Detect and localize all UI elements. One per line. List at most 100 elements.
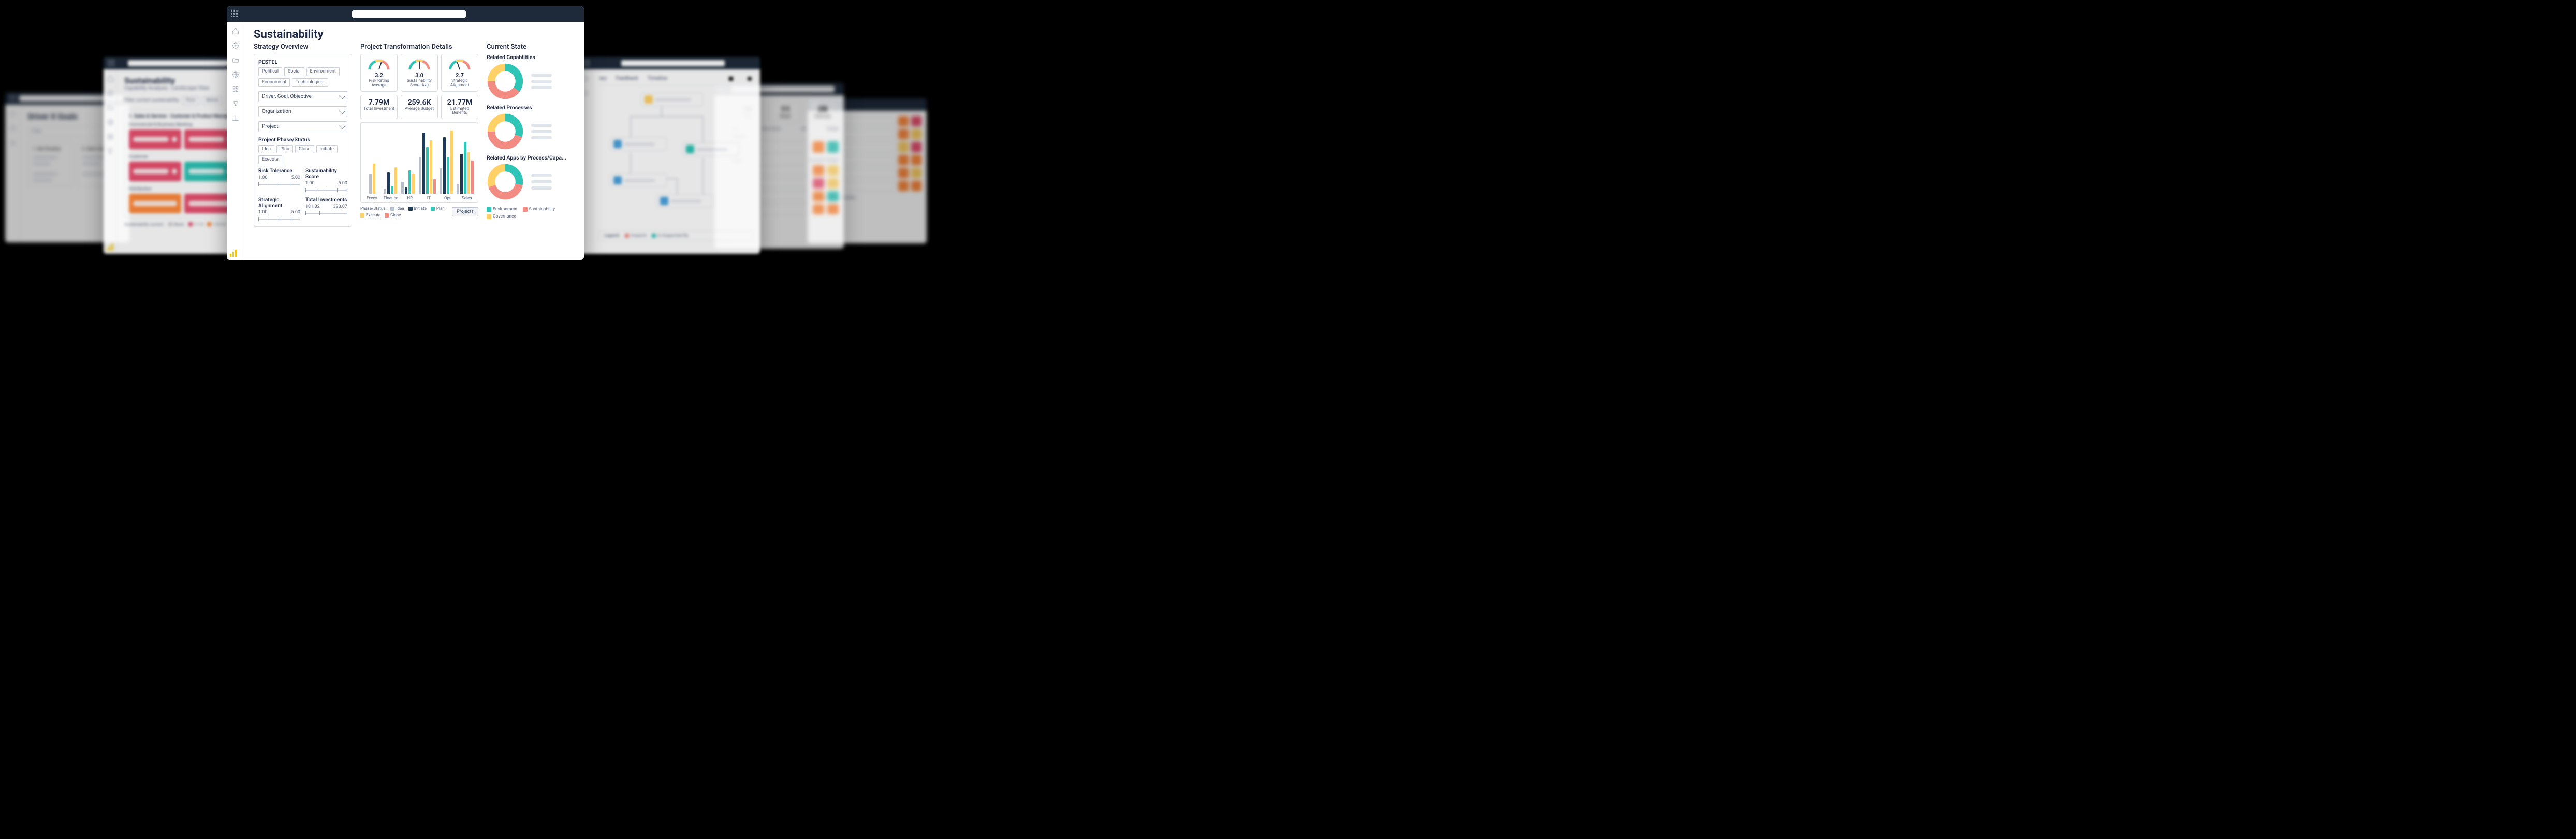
row-sublabel: Current Target	[809, 158, 839, 163]
flow-node[interactable]	[610, 173, 667, 187]
filter-pill[interactable]: Below	[202, 96, 222, 105]
sidebar	[5, 105, 21, 242]
section-title-current: Current State	[487, 43, 575, 51]
capability-tile[interactable]	[129, 162, 181, 181]
bar	[387, 172, 390, 194]
phase-chip[interactable]: Idea	[258, 145, 274, 154]
search-input[interactable]	[128, 60, 231, 66]
nav-icon[interactable]	[9, 124, 17, 132]
chart-icon[interactable]	[232, 114, 239, 121]
trophy-icon[interactable]	[232, 99, 239, 107]
goal-card[interactable]: 1. No Poverty	[28, 142, 73, 186]
slider-risk[interactable]: Risk Tolerance 1.005.00	[258, 168, 300, 193]
powerbi-icon	[107, 242, 115, 251]
grid-icon[interactable]	[107, 133, 114, 140]
capability-tile[interactable]	[129, 129, 181, 149]
phase-chip[interactable]: Initiate	[316, 145, 338, 154]
org-icon[interactable]	[232, 85, 239, 92]
tool-icon[interactable]	[737, 76, 743, 82]
phase-chip[interactable]: Plan	[276, 145, 293, 154]
app-menu-icon[interactable]	[231, 10, 238, 18]
bar	[408, 170, 411, 194]
gauge-alignment: 2.7Strategic Alignment	[441, 54, 478, 92]
tool-icon[interactable]	[728, 76, 734, 82]
globe-icon[interactable]	[107, 118, 114, 125]
pestel-chip[interactable]: Political	[258, 67, 282, 76]
slider-alignment[interactable]: Strategic Alignment 1.005.00	[258, 197, 300, 222]
flow-node[interactable]	[656, 194, 713, 208]
sidebar	[227, 22, 244, 260]
sidebar	[104, 69, 117, 254]
gauge-icon	[448, 57, 472, 71]
search-input[interactable]	[352, 10, 466, 18]
slider-sustainability[interactable]: Sustainability Score 1.005.00	[305, 168, 347, 193]
donut-apps: Related Apps by Process/Capa...	[487, 154, 575, 200]
phase-chip[interactable]: Execute	[258, 155, 282, 164]
pestel-chip[interactable]: Economical	[258, 78, 290, 87]
pestel-chip[interactable]: Environment	[306, 67, 340, 76]
stat-budget: 259.6KAverage Budget	[401, 95, 438, 120]
section-title-transform: Project Transformation Details	[360, 43, 478, 51]
select-driver[interactable]: Driver, Goal, Objective	[258, 91, 347, 102]
row-label: Commercial & Business Banking	[129, 122, 237, 127]
legend-label: Phase/Status:	[360, 206, 386, 211]
bar	[412, 174, 415, 194]
globe-icon[interactable]	[232, 70, 239, 78]
bar	[471, 161, 474, 194]
gauge-icon	[367, 57, 391, 71]
bar	[447, 157, 449, 194]
bar	[460, 154, 463, 194]
legend-item: Execute	[360, 213, 380, 218]
folder-icon[interactable]	[232, 56, 239, 63]
flow-connectors	[599, 85, 753, 230]
bar	[394, 167, 397, 194]
main-window-sustainability: Sustainability Strategy Overview PESTEL …	[227, 6, 584, 260]
phase-chip[interactable]: Close	[295, 145, 314, 154]
status-cell	[813, 141, 824, 153]
app-menu-icon	[108, 60, 115, 67]
flow-node[interactable]	[682, 142, 739, 156]
pestel-chip[interactable]: Technological	[292, 78, 328, 87]
home-icon[interactable]	[232, 27, 239, 34]
nav-icon[interactable]	[9, 139, 17, 146]
row-label: Customer	[129, 154, 237, 160]
add-icon[interactable]	[107, 89, 114, 96]
select-project[interactable]: Project	[258, 121, 347, 132]
legend-item: Plan	[431, 206, 445, 211]
nav-icon[interactable]	[9, 110, 17, 117]
bar	[384, 189, 386, 194]
legend-item: Governance	[487, 214, 516, 219]
powerbi-icon	[230, 249, 238, 257]
tab[interactable]: Feedback	[616, 76, 638, 82]
bar	[467, 152, 470, 194]
select-organization[interactable]: Organization	[258, 106, 347, 117]
tab[interactable]: Timeline	[648, 76, 667, 82]
bar	[405, 187, 407, 194]
tab[interactable]: ary	[599, 76, 607, 82]
projects-button[interactable]: Projects	[452, 207, 478, 216]
folder-icon[interactable]	[107, 104, 114, 111]
home-icon[interactable]	[107, 75, 114, 82]
tool-icon[interactable]	[747, 76, 753, 82]
add-icon[interactable]	[232, 41, 239, 49]
bar	[422, 133, 425, 194]
bar	[373, 164, 375, 194]
page-title: Sustainability	[254, 28, 575, 41]
app-menu-icon	[9, 95, 17, 102]
pestel-chip[interactable]: Social	[284, 67, 304, 76]
slider-investments[interactable]: Total Investments 181.32328.07	[305, 197, 347, 222]
donut-capabilities: Related Capabilities	[487, 54, 575, 100]
bar	[443, 137, 446, 194]
stat-card: 11Driver	[769, 100, 801, 122]
trophy-icon[interactable]	[107, 147, 114, 154]
stat-investment: 7.79MTotal Investment	[360, 95, 398, 120]
filter-pill[interactable]: Poor	[182, 96, 199, 105]
flow-node[interactable]	[610, 137, 667, 151]
capability-tile[interactable]	[129, 194, 181, 213]
bg-window-flow: ary Feedback Timeline Legend: Impacts Is…	[579, 57, 760, 254]
flow-node[interactable]	[641, 93, 703, 106]
bar	[369, 174, 372, 194]
search-input[interactable]	[621, 60, 725, 66]
app-menu-icon	[583, 60, 590, 67]
bar	[401, 182, 404, 194]
